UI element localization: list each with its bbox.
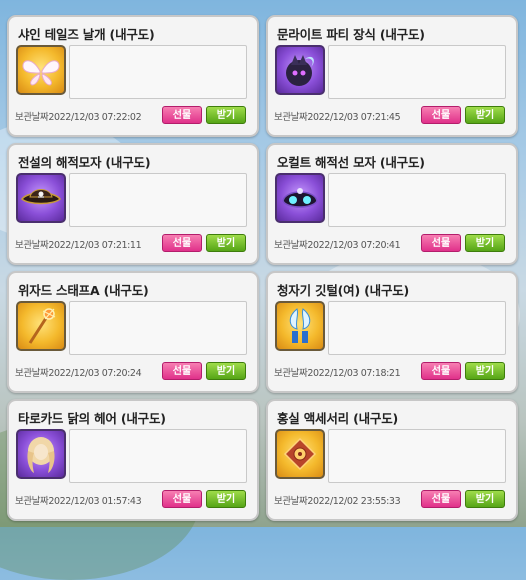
receive-button[interactable]: 받기 — [465, 490, 505, 508]
gift-button[interactable]: 선물 — [162, 362, 202, 380]
wizard-staff-icon — [28, 308, 56, 344]
item-description-box — [328, 45, 506, 99]
storage-item-card: 홍실 액세서리 (내구도) 보관날짜2022/12/02 23:55:33 선물… — [266, 399, 518, 521]
storage-item-card: 청자기 깃털(여) (내구도) 보관날짜2022/12/03 07:18:21 … — [266, 271, 518, 393]
storage-date: 보관날짜2022/12/03 07:22:02 — [15, 112, 142, 123]
storage-date: 보관날짜2022/12/03 07:20:41 — [274, 240, 401, 251]
item-description-box — [69, 173, 247, 227]
item-name: 청자기 깃털(여) (내구도) — [277, 283, 410, 298]
gift-button[interactable]: 선물 — [421, 362, 461, 380]
item-name: 홍실 액세서리 (내구도) — [277, 411, 399, 426]
receive-button[interactable]: 받기 — [206, 106, 246, 124]
storage-item-card: 타로카드 닭의 헤어 (내구도) 보관날짜2022/12/03 01:57:43… — [7, 399, 259, 521]
storage-date: 보관날짜2022/12/03 07:18:21 — [274, 368, 401, 379]
item-name: 샤인 테일즈 날개 (내구도) — [18, 27, 155, 42]
storage-item-card: 위자드 스태프A (내구도) 보관날짜2022/12/03 07:20:24 선… — [7, 271, 259, 393]
item-icon-slot[interactable] — [275, 45, 325, 95]
item-name: 오컬트 해적선 모자 (내구도) — [277, 155, 425, 170]
receive-button[interactable]: 받기 — [465, 234, 505, 252]
storage-item-card: 문라이트 파티 장식 (내구도) 보관날짜2022/12/03 07:21:45… — [266, 15, 518, 137]
gift-button[interactable]: 선물 — [421, 234, 461, 252]
item-name: 전설의 해적모자 (내구도) — [18, 155, 151, 170]
storage-date: 보관날짜2022/12/03 07:21:11 — [15, 240, 142, 251]
item-icon-slot[interactable] — [16, 45, 66, 95]
occult-pirate-hat-icon — [282, 188, 318, 208]
item-name: 위자드 스태프A (내구도) — [18, 283, 149, 298]
item-name: 문라이트 파티 장식 (내구도) — [277, 27, 425, 42]
gift-button[interactable]: 선물 — [162, 106, 202, 124]
feather-ornament-icon — [289, 308, 311, 343]
storage-item-card: 오컬트 해적선 모자 (내구도) 보관날짜2022/12/03 07:20:41… — [266, 143, 518, 265]
storage-date: 보관날짜2022/12/03 07:21:45 — [274, 112, 401, 123]
receive-button[interactable]: 받기 — [206, 490, 246, 508]
item-icon-slot[interactable] — [16, 173, 66, 223]
storage-item-card: 전설의 해적모자 (내구도) 보관날짜2022/12/03 07:21:11 선… — [7, 143, 259, 265]
item-description-box — [69, 429, 247, 483]
gift-button[interactable]: 선물 — [162, 234, 202, 252]
curly-hair-icon — [27, 437, 55, 473]
item-icon-slot[interactable] — [275, 173, 325, 223]
storage-date: 보관날짜2022/12/02 23:55:33 — [274, 496, 401, 507]
moonlight-party-ornament-icon — [286, 55, 314, 86]
storage-item-card: 샤인 테일즈 날개 (내구도) 보관날짜2022/12/03 07:22:02 … — [7, 15, 259, 137]
storage-date: 보관날짜2022/12/03 07:20:24 — [15, 368, 142, 379]
red-thread-accessory-icon — [283, 437, 317, 471]
item-description-box — [328, 301, 506, 355]
item-description-box — [328, 173, 506, 227]
gift-button[interactable]: 선물 — [421, 106, 461, 124]
item-description-box — [328, 429, 506, 483]
storage-date: 보관날짜2022/12/03 01:57:43 — [15, 496, 142, 507]
receive-button[interactable]: 받기 — [465, 362, 505, 380]
item-name: 타로카드 닭의 헤어 (내구도) — [18, 411, 166, 426]
item-description-box — [69, 301, 247, 355]
wings-icon — [22, 60, 60, 86]
receive-button[interactable]: 받기 — [465, 106, 505, 124]
item-icon-slot[interactable] — [16, 429, 66, 479]
item-icon-slot[interactable] — [275, 429, 325, 479]
gift-button[interactable]: 선물 — [162, 490, 202, 508]
item-icon-slot[interactable] — [275, 301, 325, 351]
receive-button[interactable]: 받기 — [206, 362, 246, 380]
gift-button[interactable]: 선물 — [421, 490, 461, 508]
item-description-box — [69, 45, 247, 99]
receive-button[interactable]: 받기 — [206, 234, 246, 252]
pirate-hat-icon — [21, 189, 61, 205]
item-icon-slot[interactable] — [16, 301, 66, 351]
